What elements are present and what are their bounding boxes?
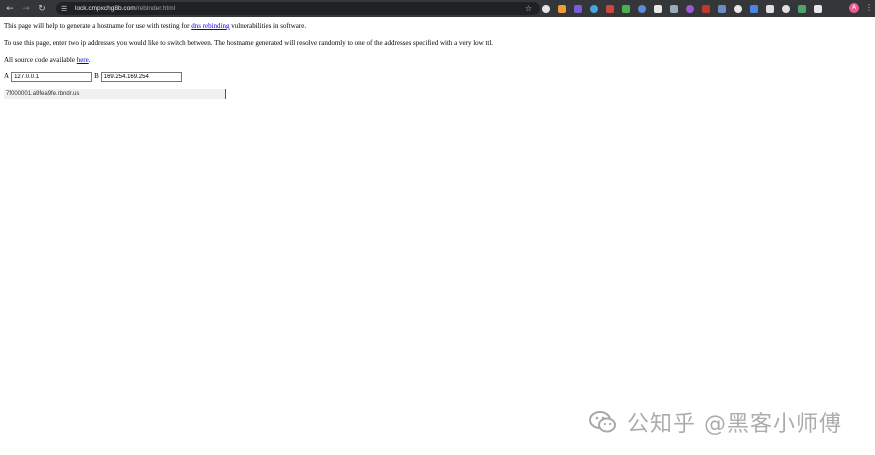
extension-icon[interactable] xyxy=(638,4,646,13)
page-content: This page will help to generate a hostna… xyxy=(4,17,864,99)
watermark-text: 公知乎 @黑客小师傅 xyxy=(627,412,842,437)
ip-b-input[interactable] xyxy=(100,71,182,82)
extension-icon[interactable] xyxy=(734,4,742,13)
usage-paragraph: To use this page, enter two ip addresses… xyxy=(4,39,494,47)
profile-avatar[interactable]: A xyxy=(849,3,859,13)
extension-icon[interactable] xyxy=(542,4,550,13)
extension-icon[interactable] xyxy=(718,4,726,13)
extension-icon[interactable] xyxy=(558,4,566,13)
extension-icon[interactable] xyxy=(606,4,614,13)
intro-paragraph: This page will help to generate a hostna… xyxy=(4,22,864,31)
extension-icon[interactable] xyxy=(670,4,678,13)
watermark: 公知乎 @黑客小师傅 xyxy=(588,406,842,438)
wechat-logo-icon xyxy=(589,411,616,433)
ip-inputs-row: A B xyxy=(4,71,864,82)
extensions-row xyxy=(542,3,830,14)
ip-a-input[interactable] xyxy=(11,71,93,82)
reload-icon[interactable]: ↻ xyxy=(36,3,48,15)
address-bar[interactable]: ☰ lock.cmpxchg8b.com/rebinder.html ☆ xyxy=(56,2,540,15)
extension-icon[interactable] xyxy=(782,4,790,13)
intro-text-before: This page will help to generate a hostna… xyxy=(4,22,192,30)
extension-icon[interactable] xyxy=(814,4,822,13)
url-path: /rebinder.html xyxy=(135,5,176,12)
source-text-after: . xyxy=(88,56,91,64)
extension-icon[interactable] xyxy=(702,4,710,13)
extension-icon[interactable] xyxy=(654,4,662,13)
ip-b-label: B xyxy=(94,72,99,80)
extension-icon[interactable] xyxy=(798,4,806,13)
bookmark-star-icon[interactable]: ☆ xyxy=(525,2,532,15)
url-host: lock.cmpxchg8b.com xyxy=(75,5,136,12)
hostname-output[interactable]: 7f000001.a9fea9fe.rbndr.us xyxy=(4,89,226,99)
extension-icon[interactable] xyxy=(766,4,774,13)
forward-icon[interactable]: → xyxy=(20,3,32,15)
menu-icon[interactable]: ⋮ xyxy=(865,2,873,14)
browser-toolbar: ← → ↻ ☰ lock.cmpxchg8b.com/rebinder.html… xyxy=(0,0,875,17)
extension-icon[interactable] xyxy=(750,4,758,13)
dns-rebinding-link[interactable]: dns rebinding xyxy=(191,22,229,30)
extension-icon[interactable] xyxy=(574,4,582,13)
back-icon[interactable]: ← xyxy=(4,3,16,15)
source-text-before: All source code available xyxy=(4,56,77,64)
extension-icon[interactable] xyxy=(622,4,630,13)
extension-icon[interactable] xyxy=(590,4,598,13)
intro-text-after: vulnerabilities in software. xyxy=(229,22,307,30)
source-code-link[interactable]: here xyxy=(77,56,89,64)
extension-icon[interactable] xyxy=(686,4,694,13)
source-paragraph: All source code available here. xyxy=(4,56,864,65)
site-info-icon[interactable]: ☰ xyxy=(61,5,69,13)
ip-a-label: A xyxy=(4,72,10,80)
